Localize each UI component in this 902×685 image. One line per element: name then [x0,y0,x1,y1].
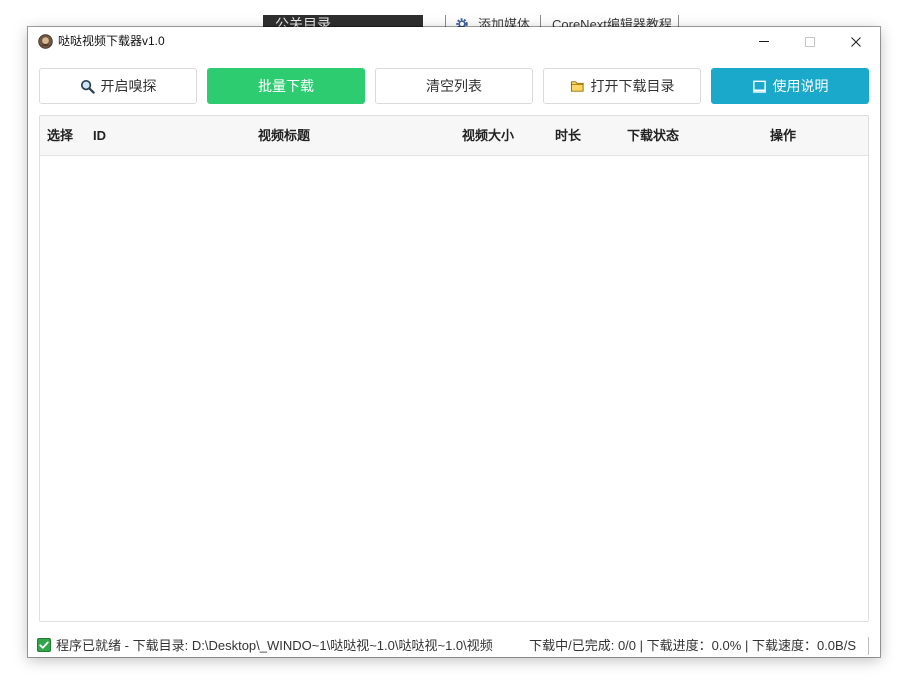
checkbox-checked-icon [37,638,51,652]
toolbar: 开启嗅探 批量下载 清空列表 打开下载目录 使用说明 [28,68,880,104]
start-sniff-button-label: 开启嗅探 [100,78,157,94]
open-download-dir-button-label: 打开下载目录 [590,78,675,94]
column-header-actions[interactable]: 操作 [770,116,796,155]
status-downloaded-label: 下载中/已完成: [529,638,615,653]
clear-list-button-label: 清空列表 [426,78,482,94]
help-button[interactable]: 使用说明 [711,68,869,104]
status-progress-value: 0.0% [711,638,742,653]
status-speed-label: 下载速度： [751,638,817,653]
background-add-media-link[interactable]: 添加媒体 [478,17,530,27]
window-title: 哒哒视频下载器v1.0 [58,34,165,48]
background-dark-tab[interactable]: 公关目录 [263,15,423,27]
status-bar: 程序已就绪 - 下载目录: D:\Desktop\_WINDO~1\哒哒视~1.… [28,634,880,657]
batch-download-button[interactable]: 批量下载 [207,68,365,104]
column-header-select[interactable]: 选择 [47,116,73,155]
help-button-label: 使用说明 [772,78,829,94]
background-separator [540,15,541,27]
minimize-button[interactable] [741,27,787,56]
app-logo-icon[interactable] [38,34,53,49]
status-downloaded-value: 0/0 [617,638,637,653]
column-header-id[interactable]: ID [93,116,106,155]
status-separator: | [639,638,644,653]
close-button[interactable] [833,27,879,56]
status-bar-divider [868,637,869,655]
start-sniff-button[interactable]: 开启嗅探 [39,68,197,104]
gear-icon [456,18,468,27]
background-dark-tab-label: 公关目录 [275,16,331,27]
status-message: 程序已就绪 - 下载目录: D:\Desktop\_WINDO~1\哒哒视~1.… [56,634,526,657]
table-header: 选择 ID 视频标题 视频大小 时长 下载状态 操作 [40,116,868,156]
background-window: 公关目录 添加媒体 CoreNext编辑器教程 [263,15,683,27]
status-speed-value: 0.0B/S [816,638,856,653]
batch-download-button-label: 批量下载 [258,78,314,94]
background-separator [678,15,679,27]
status-dash: - [124,638,129,653]
clear-list-button[interactable]: 清空列表 [375,68,533,104]
maximize-button [787,27,833,56]
column-header-size[interactable]: 视频大小 [462,116,514,155]
open-download-dir-button[interactable]: 打开下载目录 [543,68,701,104]
minimize-icon [759,41,769,42]
column-header-title[interactable]: 视频标题 [258,116,310,155]
folder-icon [570,80,584,92]
table-body[interactable] [40,156,868,621]
status-download-dir-label: 下载目录: [132,638,189,653]
status-progress-label: 下载进度： [646,638,712,653]
video-table[interactable]: 选择 ID 视频标题 视频大小 时长 下载状态 操作 [39,115,869,622]
background-separator [445,15,446,27]
background-tutorial-link[interactable]: CoreNext编辑器教程 [552,17,672,27]
column-header-duration[interactable]: 时长 [555,116,581,155]
close-icon [851,36,861,47]
status-separator: | [744,638,749,653]
app-window: 哒哒视频下载器v1.0 开启嗅探 批量下载 清空列表 打开下载目录 使用说明 选… [28,27,880,657]
maximize-icon [805,36,815,47]
status-progress-summary: 下载中/已完成: 0/0 | 下载进度：0.0% | 下载速度：0.0B/S [527,634,856,657]
search-icon [80,79,95,94]
title-bar[interactable]: 哒哒视频下载器v1.0 [28,27,880,56]
status-download-dir-path: D:\Desktop\_WINDO~1\哒哒视~1.0\哒哒视~1.0\视频 [191,638,493,653]
book-icon [752,80,766,93]
status-ready-text: 程序已就绪 [56,638,122,653]
column-header-status[interactable]: 下载状态 [627,116,679,155]
